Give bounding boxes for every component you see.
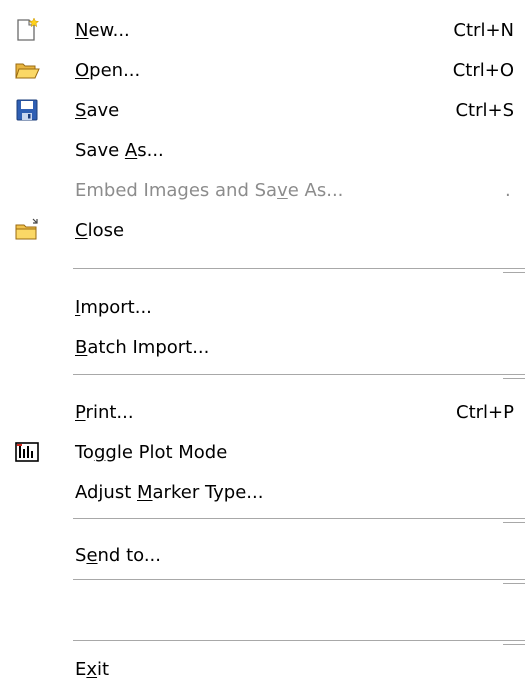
menu-item-embed-images-save-as-label: Embed Images and Save As... [75,180,344,201]
menu-item-send-to[interactable]: Send to... [0,537,525,575]
menu-item-new[interactable]: New... Ctrl+N [0,12,525,50]
new-document-icon [17,17,40,41]
menu-item-close-label: Close [75,220,125,241]
menu-item-toggle-plot-mode-label: Toggle Plot Mode [75,442,228,463]
menu-separator [73,579,525,584]
plot-mode-icon [15,442,39,462]
floppy-disk-icon [16,99,38,121]
menu-item-exit-label: Exit [75,659,110,680]
menu-item-toggle-plot-mode[interactable]: Toggle Plot Mode [0,434,525,472]
menu-item-new-label: New... [75,20,130,41]
shortcut-open: Ctrl+O [452,60,514,81]
menu-separator [73,640,525,645]
menu-item-save-as-label: Save As... [75,140,164,161]
menu-item-save[interactable]: Save Ctrl+S [0,92,525,130]
close-folder-icon [15,218,38,240]
menu-item-exit[interactable]: Exit [0,651,525,689]
menu-item-save-label: Save [75,100,120,121]
menu-separator [73,518,525,523]
menu-item-open-label: Open... [75,60,141,81]
menu-item-import[interactable]: Import... [0,289,525,327]
menu-item-embed-images-save-as: Embed Images and Save As... . [0,172,525,210]
menu-item-import-label: Import... [75,297,152,318]
menu-item-batch-import-label: Batch Import... [75,337,210,358]
menu-item-open[interactable]: Open... Ctrl+O [0,52,525,90]
menu-item-send-to-label: Send to... [75,545,161,566]
menu-item-print[interactable]: Print... Ctrl+P [0,394,525,432]
menu-separator [73,268,525,273]
shortcut-print: Ctrl+P [456,402,514,423]
menu-item-adjust-marker-type-label: Adjust Marker Type... [75,482,264,503]
menu-separator [73,374,525,379]
open-folder-icon [15,63,40,79]
menu-item-close[interactable]: Close [0,212,525,250]
file-menu: New... Ctrl+N Open... Ctrl+O Save Ctrl+S… [0,0,525,685]
menu-item-save-as[interactable]: Save As... [0,132,525,170]
menu-item-print-label: Print... [75,402,134,423]
shortcut-new: Ctrl+N [453,20,514,41]
shortcut-save: Ctrl+S [455,100,514,121]
menu-item-adjust-marker-type[interactable]: Adjust Marker Type... [0,474,525,512]
menu-item-batch-import[interactable]: Batch Import... [0,329,525,367]
embed-trailing-dot: . [505,180,511,201]
